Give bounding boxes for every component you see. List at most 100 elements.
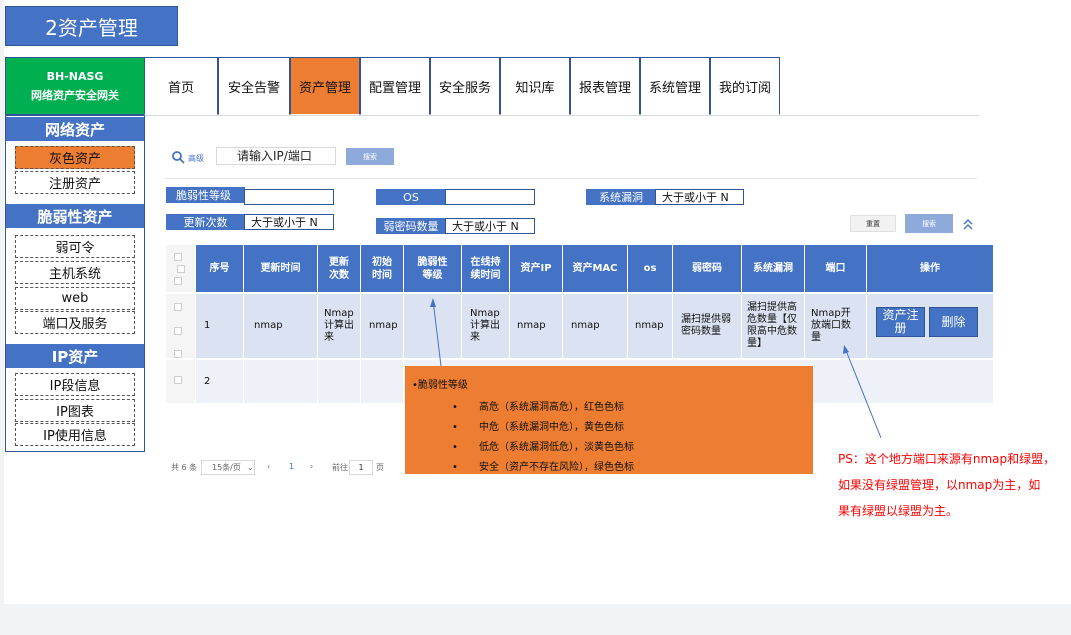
col-header-actions: 操作 (867, 245, 993, 292)
collapse-up-icon[interactable] (962, 217, 974, 231)
row-checkbox[interactable] (174, 327, 182, 335)
sidebar-item-ip-usage[interactable]: IP使用信息 (15, 423, 135, 446)
nav-system-management[interactable]: 系统管理 (640, 57, 710, 115)
cell-online-duration: Nmap计算出来 (462, 294, 510, 358)
cell-init-time: nmap (361, 294, 404, 358)
os-label: OS (376, 189, 446, 205)
note-item: • 中危（系统漏洞中危），黄色色标 (452, 422, 624, 433)
brand-subtitle: 网络资产安全网关 (31, 89, 119, 102)
sidebar-item-ports-services[interactable]: 端口及服务 (15, 311, 135, 334)
cell-vuln-level (404, 294, 462, 358)
sidebar-item-grey-assets[interactable]: 灰色资产 (15, 146, 135, 169)
sys-vuln-field[interactable]: 大于或小于 N (655, 189, 744, 205)
nav-config-management[interactable]: 配置管理 (360, 57, 430, 115)
pagination-total: 共 6 条 (171, 463, 198, 472)
next-page-icon[interactable]: › (310, 462, 313, 471)
row-checkbox[interactable] (174, 253, 182, 261)
col-header-vuln-level: 脆弱性等级 (404, 245, 462, 292)
nav-asset-management[interactable]: 资产管理 (290, 57, 360, 115)
col-header-port: 端口 (805, 245, 867, 292)
col-header-online-duration: 在线持续时间 (462, 245, 510, 292)
vuln-level-label: 脆弱性等级 (166, 187, 245, 203)
col-header-asset-ip: 资产IP (510, 245, 563, 292)
search-button[interactable]: 搜索 (346, 148, 394, 165)
filter-divider (165, 178, 977, 179)
sidebar-item-ip-segment[interactable]: IP段信息 (15, 373, 135, 396)
page-suffix: 页 (376, 463, 384, 472)
cell-update-count (318, 360, 361, 403)
col-header-update-time: 更新时间 (244, 245, 318, 292)
top-nav: 首页 安全告警 资产管理 配置管理 安全服务 知识库 报表管理 系统管理 我的订… (144, 57, 780, 115)
select-all-checkbox[interactable] (176, 264, 185, 273)
sidebar-item-web[interactable]: web (15, 287, 135, 310)
filter-search-button[interactable]: 搜索 (905, 214, 953, 233)
col-header-sys-vuln: 系统漏洞 (742, 245, 805, 292)
cell-update-time (244, 360, 318, 403)
cell-sys-vuln: 漏扫提供高危数量【仅限高中危数量】 (742, 294, 805, 358)
cell-no: 2 (196, 360, 244, 403)
nav-security-services[interactable]: 安全服务 (430, 57, 500, 115)
row-checkbox[interactable] (174, 303, 182, 311)
col-header-update-count: 更新次数 (318, 245, 361, 292)
nav-knowledge-base[interactable]: 知识库 (500, 57, 570, 115)
row-checkbox[interactable] (174, 277, 182, 285)
advanced-search-link[interactable]: 高级 (188, 153, 204, 164)
search-input[interactable] (216, 147, 336, 165)
goto-label: 前往 (332, 463, 348, 472)
reset-button[interactable]: 重置 (850, 215, 896, 232)
sidebar-item-host-system[interactable]: 主机系统 (15, 261, 135, 284)
page-size-select[interactable]: 15条/页 ⌄ (201, 460, 255, 475)
register-asset-button[interactable]: 资产注册 (876, 307, 925, 337)
sidebar-section-ip-assets: IP资产 (6, 344, 144, 368)
sys-vuln-label: 系统漏洞 (586, 189, 656, 205)
brand-logo: BH-NASG 网络资产安全网关 (5, 57, 145, 115)
ps-line: PS：这个地方端口来源有nmap和绿盟， (838, 452, 1056, 466)
cell-asset-mac: nmap (563, 294, 628, 358)
nav-divider (144, 115, 979, 116)
cell-weak-pwd: 漏扫提供弱密码数量 (673, 294, 742, 358)
sidebar: 网络资产 灰色资产 注册资产 脆弱性资产 弱可令 主机系统 web 端口及服务 … (5, 115, 145, 452)
os-field[interactable] (445, 189, 535, 205)
sidebar-section-vulnerable-assets: 脆弱性资产 (6, 204, 144, 228)
ps-note: PS：这个地方端口来源有nmap和绿盟， 如果没有绿盟管理，以nmap为主，如 … (838, 446, 1070, 524)
cell-update-time: nmap (244, 294, 318, 358)
col-header-os: os (628, 245, 673, 292)
search-icon[interactable] (171, 150, 185, 164)
ps-line: 如果没有绿盟管理，以nmap为主，如 (838, 478, 1041, 492)
cell-update-count: Nmap计算出来 (318, 294, 361, 358)
row-checkbox[interactable] (174, 350, 182, 358)
update-count-field[interactable]: 大于或小于 N (244, 214, 334, 230)
col-header-init-time: 初始时间 (361, 245, 404, 292)
goto-page-input[interactable]: 1 (349, 460, 373, 475)
nav-security-alerts[interactable]: 安全告警 (218, 57, 290, 115)
vuln-level-field[interactable] (244, 189, 334, 205)
note-item: • 安全（资产不存在风险），绿色色标 (452, 462, 634, 473)
col-header-asset-mac: 资产MAC (563, 245, 628, 292)
sidebar-item-ip-chart[interactable]: IP图表 (15, 399, 135, 422)
cell-os: nmap (628, 294, 673, 358)
cell-no: 1 (196, 294, 244, 358)
cell-asset-ip: nmap (510, 294, 563, 358)
prev-page-icon[interactable]: ‹ (267, 462, 270, 471)
delete-button[interactable]: 删除 (929, 307, 978, 337)
row-checkbox[interactable] (174, 376, 182, 384)
cell-init-time (361, 360, 404, 403)
weak-pwd-label: 弱密码数量 (376, 218, 446, 234)
col-header-weak-pwd: 弱密码 (673, 245, 742, 292)
page-size-value: 15条/页 (212, 463, 241, 472)
cell-port: Nmap开放端口数量 (805, 294, 867, 358)
sidebar-section-network-assets: 网络资产 (6, 117, 144, 141)
weak-pwd-field[interactable]: 大于或小于 N (445, 218, 535, 234)
brand-name: BH-NASG (46, 70, 104, 83)
nav-my-subscriptions[interactable]: 我的订阅 (710, 57, 780, 115)
update-count-label: 更新次数 (166, 214, 245, 230)
current-page[interactable]: 1 (289, 462, 294, 471)
note-title: •脆弱性等级 (412, 380, 468, 391)
page-title: 2资产管理 (5, 6, 178, 46)
sidebar-item-weak-password[interactable]: 弱可令 (15, 235, 135, 258)
chevron-down-icon: ⌄ (246, 463, 254, 472)
nav-report-management[interactable]: 报表管理 (570, 57, 640, 115)
nav-home[interactable]: 首页 (144, 57, 218, 115)
sidebar-item-registered-assets[interactable]: 注册资产 (15, 171, 135, 194)
vuln-level-note: •脆弱性等级 • 高危（系统漏洞高危），红色色标 • 中危（系统漏洞中危），黄色色标… (405, 366, 813, 474)
